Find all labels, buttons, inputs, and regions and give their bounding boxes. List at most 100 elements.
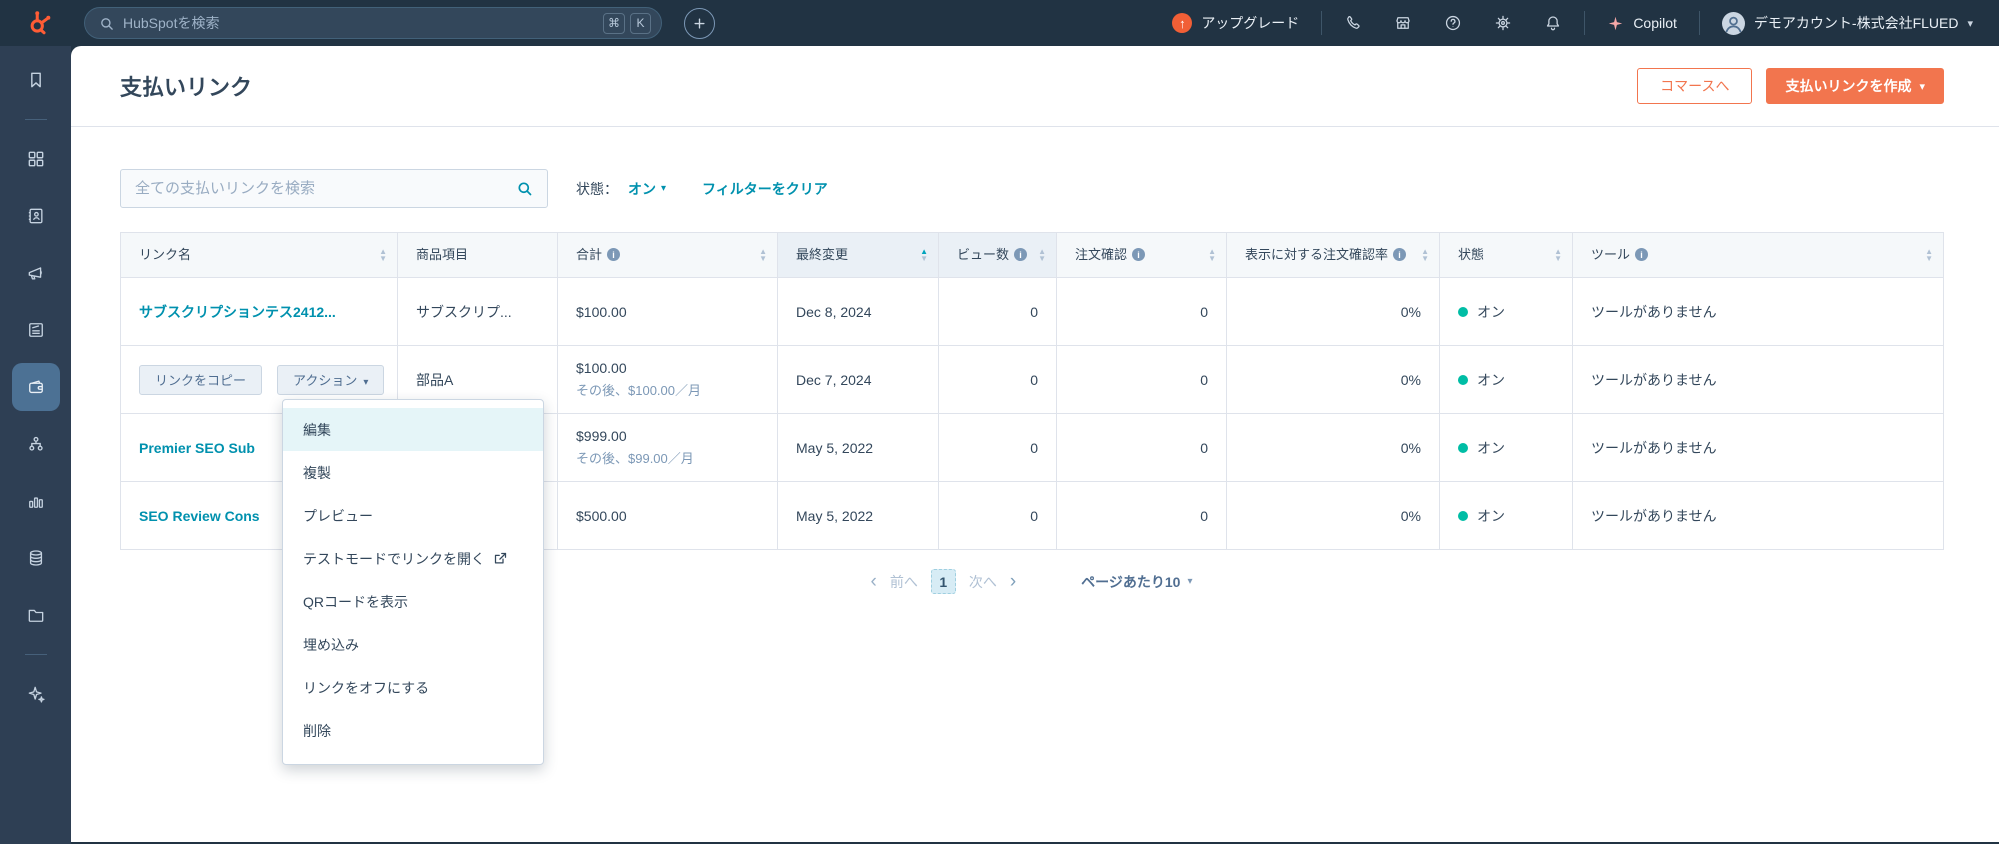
divider (1584, 11, 1586, 35)
upgrade-button[interactable]: ↑ アップグレード (1172, 13, 1299, 33)
marketplace-icon[interactable] (1394, 14, 1412, 32)
settings-gear-icon[interactable] (1494, 14, 1512, 32)
column-header-status[interactable]: 状態 ▲ ▼ (1439, 232, 1573, 278)
sidebar-item-commerce[interactable] (11, 363, 60, 411)
payment-links-search-input[interactable] (135, 180, 516, 197)
column-header-total[interactable]: 合計 i ▲ ▼ (557, 232, 778, 278)
orders-cell: 0 (1056, 481, 1227, 550)
calls-icon[interactable] (1344, 14, 1362, 32)
column-header-order-confirmations[interactable]: 注文確認 i ▲ ▼ (1056, 232, 1227, 278)
column-header-link-name[interactable]: リンク名 ▲ ▼ (120, 232, 398, 278)
sidebar-item-reporting[interactable] (12, 477, 60, 525)
search-icon[interactable] (516, 180, 533, 197)
first-page-chevron-icon[interactable]: ‹ (871, 572, 877, 591)
sort-arrows-icon: ▲ ▼ (1208, 246, 1216, 263)
sidebar-item-marketing[interactable] (12, 249, 60, 297)
grid-icon (28, 151, 43, 167)
menu-item-edit[interactable]: 編集 (283, 408, 543, 451)
column-header-product[interactable]: 商品項目 (397, 232, 558, 278)
status-cell: オン (1439, 481, 1573, 550)
info-icon[interactable]: i (1132, 248, 1146, 262)
account-menu[interactable]: デモアカウント-株式会社FLUED ▾ (1721, 11, 1973, 35)
quick-create-button[interactable] (684, 7, 715, 39)
menu-item-duplicate[interactable]: 複製 (283, 451, 543, 494)
menu-item-embed[interactable]: 埋め込み (283, 623, 543, 666)
tools-cell: ツールがありません (1572, 481, 1944, 550)
menu-item-preview[interactable]: プレビュー (283, 494, 543, 537)
clear-filters-link[interactable]: フィルターをクリア (702, 179, 828, 199)
global-search-input[interactable] (123, 15, 598, 31)
page-title: 支払いリンク (120, 75, 253, 100)
status-on-dot (1458, 306, 1468, 317)
sidebar-item-data-management[interactable] (12, 534, 60, 582)
copilot-sparkle-icon (1609, 16, 1623, 30)
payment-link-name[interactable]: SEO Review Cons (139, 508, 260, 524)
payment-link-name[interactable]: Premier SEO Sub (139, 440, 255, 456)
column-header-confirmation-rate[interactable]: 表示に対する注文確認率 i ▲ ▼ (1226, 232, 1440, 278)
status-filter-dropdown[interactable]: オン ▾ (628, 179, 666, 199)
go-to-commerce-button[interactable]: コマースへ (1637, 68, 1753, 104)
menu-item-turn-off-link[interactable]: リンクをオフにする (283, 666, 543, 709)
account-label: デモアカウント-株式会社FLUED (1753, 15, 1959, 31)
sidebar-item-workspaces[interactable] (12, 135, 60, 183)
tools-cell: ツールがありません (1572, 277, 1944, 346)
copy-link-button[interactable]: リンクをコピー (139, 364, 263, 395)
page-header: 支払いリンク コマースへ 支払いリンクを作成 ▾ (71, 46, 1999, 127)
actions-dropdown-button[interactable]: アクション ▾ (277, 364, 385, 395)
rate-cell: 0% (1226, 345, 1440, 414)
orders-cell: 0 (1056, 413, 1227, 482)
wallet-icon (28, 380, 43, 394)
chevron-down-icon: ▾ (363, 377, 369, 388)
views-cell: 0 (938, 413, 1057, 482)
sidebar-item-bookmarks[interactable] (12, 56, 60, 104)
sort-arrows-icon: ▲ ▼ (1038, 246, 1046, 263)
info-icon[interactable]: i (607, 248, 621, 262)
copilot-button[interactable]: Copilot (1607, 15, 1677, 32)
menu-item-show-qr-code[interactable]: QRコードを表示 (283, 580, 543, 623)
menu-item-delete[interactable]: 削除 (283, 709, 543, 752)
info-icon[interactable]: i (1393, 248, 1407, 262)
bar-chart-icon (28, 497, 43, 508)
status-on-dot (1458, 442, 1468, 453)
orders-cell: 0 (1056, 277, 1227, 346)
column-header-tools[interactable]: ツール i ▲ ▼ (1572, 232, 1944, 278)
column-header-last-modified[interactable]: 最終変更 ▲ ▼ (777, 232, 939, 278)
info-icon[interactable]: i (1635, 248, 1649, 262)
notifications-bell-icon[interactable] (1544, 14, 1562, 32)
chevron-down-icon: ▾ (661, 183, 667, 194)
rate-cell: 0% (1226, 413, 1440, 482)
status-cell: オン (1439, 277, 1573, 346)
page-size-dropdown[interactable]: ページあたり10 ▾ (1081, 572, 1192, 592)
help-icon[interactable] (1444, 14, 1462, 32)
tools-cell: ツールがありません (1572, 345, 1944, 414)
status-on-dot (1458, 510, 1468, 521)
total-cell: $100.00 その後、$100.00／月 (557, 345, 778, 414)
hubspot-logo-icon[interactable] (22, 6, 56, 40)
chevron-down-icon: ▾ (1967, 17, 1973, 30)
payment-links-search[interactable] (120, 169, 548, 208)
top-navigation-bar: ⌘ K ↑ アップグレード (0, 0, 1999, 46)
views-cell: 0 (938, 345, 1057, 414)
current-page-button[interactable]: 1 (930, 569, 956, 594)
sidebar-item-content[interactable] (12, 306, 60, 354)
global-search[interactable]: ⌘ K (84, 7, 662, 39)
last-page-chevron-icon[interactable]: › (1010, 572, 1016, 591)
column-header-views[interactable]: ビュー数 i ▲ ▼ (938, 232, 1057, 278)
payment-link-name[interactable]: サブスクリプションテス2412... (139, 304, 336, 320)
copilot-label: Copilot (1633, 15, 1677, 31)
sort-arrows-icon: ▲ ▼ (1925, 246, 1933, 263)
sidebar-item-library[interactable] (12, 591, 60, 639)
next-page-button[interactable]: 次へ (969, 572, 997, 592)
sidebar-item-ai[interactable] (12, 670, 60, 718)
sparkle-icon (28, 686, 45, 703)
sort-arrows-icon: ▲ ▼ (920, 246, 928, 263)
info-icon[interactable]: i (1014, 248, 1028, 262)
sidebar-item-crm[interactable] (12, 192, 60, 240)
create-payment-link-button[interactable]: 支払いリンクを作成 ▾ (1766, 68, 1944, 104)
prev-page-button[interactable]: 前へ (890, 572, 918, 592)
sidebar-item-automations[interactable] (12, 420, 60, 468)
total-cell: $100.00 (557, 277, 778, 346)
chevron-down-icon: ▾ (1187, 576, 1193, 587)
divider (24, 119, 47, 120)
menu-item-open-test-mode[interactable]: テストモードでリンクを開く (283, 537, 543, 580)
